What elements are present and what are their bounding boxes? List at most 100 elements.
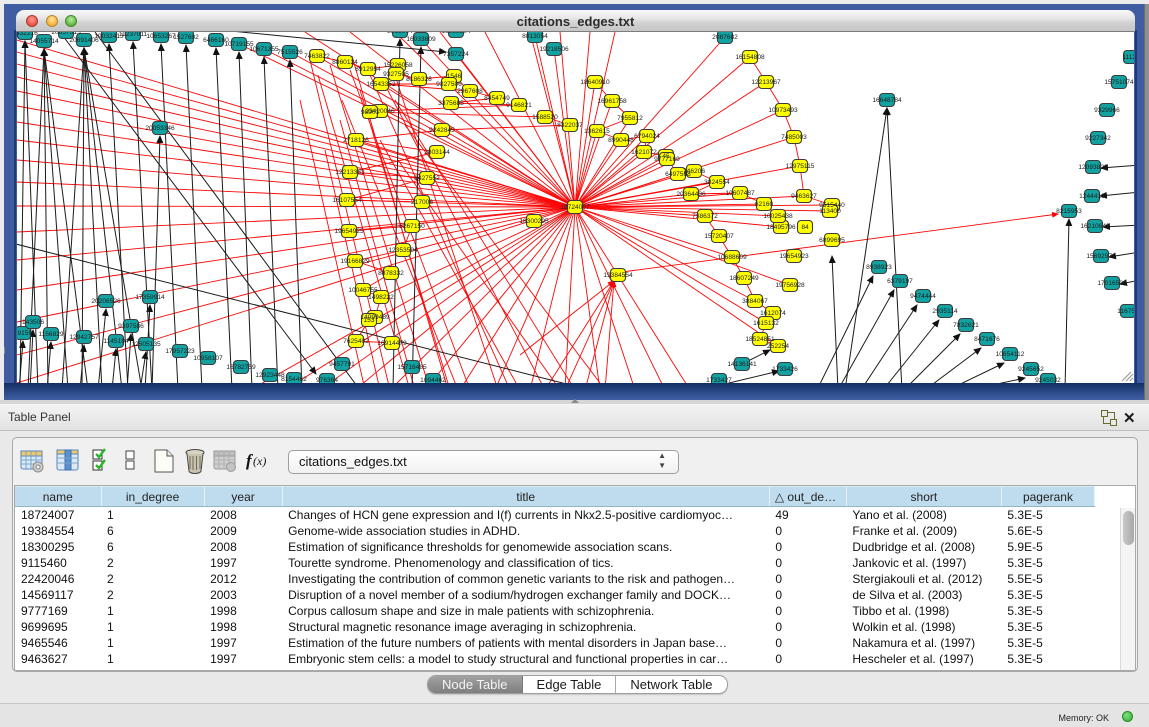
svg-text:8427552: 8427552 — [414, 175, 440, 182]
svg-text:12213363: 12213363 — [335, 169, 365, 176]
svg-text:7625402: 7625402 — [343, 338, 369, 345]
svg-text:10973493: 10973493 — [768, 107, 798, 114]
svg-text:9242845: 9242845 — [429, 127, 455, 134]
svg-text:1156829: 1156829 — [38, 331, 64, 338]
svg-text:8813804: 8813804 — [387, 32, 413, 35]
svg-text:116753: 116753 — [1117, 308, 1134, 315]
svg-text:8990448: 8990448 — [608, 137, 634, 144]
svg-text:1145194: 1145194 — [103, 338, 129, 345]
svg-text:14136141: 14136141 — [727, 361, 757, 368]
svg-text:1733426: 1733426 — [772, 366, 798, 373]
svg-text:9457791: 9457791 — [329, 361, 355, 368]
svg-text:16914479: 16914479 — [377, 340, 407, 347]
svg-text:9245652: 9245652 — [1018, 366, 1044, 373]
svg-text:2718126: 2718126 — [343, 137, 369, 144]
svg-text:20206526: 20206526 — [91, 298, 121, 305]
svg-text:15692971: 15692971 — [1086, 253, 1116, 260]
svg-text:15226058: 15226058 — [383, 62, 413, 69]
svg-text:1244419: 1244419 — [1079, 193, 1105, 200]
svg-text:18724007: 18724007 — [560, 204, 590, 211]
svg-text:16107554: 16107554 — [332, 197, 362, 204]
svg-text:6899695: 6899695 — [819, 237, 845, 244]
svg-text:16648784: 16648784 — [872, 97, 902, 104]
svg-text:1588520: 1588520 — [532, 114, 558, 121]
svg-text:8267150: 8267150 — [399, 223, 425, 230]
svg-text:113400: 113400 — [819, 208, 841, 215]
svg-text:2803144: 2803144 — [424, 149, 450, 156]
svg-text:8322037: 8322037 — [557, 122, 583, 129]
svg-text:9227342: 9227342 — [1085, 135, 1111, 142]
svg-text:15751074: 15751074 — [1104, 79, 1134, 86]
svg-text:9463627: 9463627 — [791, 193, 817, 200]
svg-text:16961758: 16961758 — [597, 98, 627, 105]
svg-text:19654923: 19654923 — [779, 253, 809, 260]
svg-text:746206: 746206 — [683, 168, 705, 175]
svg-text:1615132: 1615132 — [753, 320, 779, 327]
svg-text:19384554: 19384554 — [603, 272, 633, 279]
svg-text:10958107: 10958107 — [193, 355, 223, 362]
svg-text:18524851: 18524851 — [745, 336, 775, 343]
svg-text:15720407: 15720407 — [704, 233, 734, 240]
svg-text:8471676: 8471676 — [974, 336, 1000, 343]
svg-text:1621072: 1621072 — [631, 149, 657, 156]
svg-text:12975115: 12975115 — [786, 163, 815, 170]
svg-text:7955812: 7955812 — [617, 115, 643, 122]
svg-text:2935114: 2935114 — [932, 308, 958, 315]
svg-text:6379197: 6379197 — [887, 278, 913, 285]
svg-text:10688609: 10688609 — [717, 254, 747, 261]
svg-text:6794024: 6794024 — [634, 133, 660, 140]
svg-text:8215953: 8215953 — [1056, 208, 1082, 215]
svg-text:16543352: 16543352 — [366, 81, 396, 88]
svg-text:17016504: 17016504 — [1097, 280, 1127, 287]
svg-text:12942757: 12942757 — [69, 334, 99, 341]
svg-text:9432216: 9432216 — [17, 32, 38, 37]
svg-text:11124: 11124 — [1122, 54, 1134, 61]
svg-text:8878332: 8878332 — [378, 270, 404, 277]
svg-text:84: 84 — [801, 224, 809, 231]
svg-text:1546: 1546 — [447, 73, 462, 80]
svg-text:18300295: 18300295 — [519, 218, 549, 225]
svg-text:12353594: 12353594 — [388, 247, 418, 254]
svg-text:9474444: 9474444 — [910, 293, 936, 300]
svg-text:10671355: 10671355 — [249, 46, 279, 53]
svg-text:143506: 143506 — [22, 319, 44, 326]
svg-text:9329966: 9329966 — [1094, 107, 1120, 114]
svg-text:12505135: 12505135 — [131, 341, 161, 348]
svg-text:8186328: 8186328 — [406, 76, 432, 83]
svg-text:14055714: 14055714 — [29, 38, 59, 45]
svg-text:16782759: 16782759 — [226, 364, 256, 371]
svg-text:12213967: 12213967 — [751, 79, 781, 86]
svg-text:8912954: 8912954 — [355, 66, 381, 73]
svg-text:20053346: 20053346 — [145, 125, 175, 132]
svg-text:17957223: 17957223 — [165, 348, 195, 355]
svg-text:16210643: 16210643 — [1080, 223, 1110, 230]
svg-text:1527602: 1527602 — [173, 34, 199, 41]
svg-text:3884067: 3884067 — [742, 298, 768, 305]
svg-text:20657315: 20657315 — [51, 32, 81, 36]
svg-text:252254: 252254 — [767, 343, 789, 350]
svg-text:2967608: 2967608 — [457, 88, 483, 95]
svg-text:8454749: 8454749 — [484, 95, 510, 102]
svg-text:12093822: 12093822 — [1078, 164, 1108, 171]
svg-text:15716485: 15716485 — [397, 364, 427, 371]
svg-text:20364436: 20364436 — [676, 191, 706, 198]
svg-text:39159: 39159 — [17, 330, 32, 337]
svg-text:7463822: 7463822 — [304, 53, 330, 60]
svg-text:10025438: 10025438 — [763, 213, 793, 220]
svg-text:7485003: 7485003 — [781, 134, 807, 141]
svg-text:9777169: 9777169 — [654, 156, 680, 163]
svg-text:10046755: 10046755 — [348, 287, 378, 294]
svg-text:153: 153 — [363, 317, 374, 324]
svg-text:19756928: 19756928 — [775, 282, 805, 289]
svg-text:19166829: 19166829 — [340, 258, 370, 265]
svg-text:10653267: 10653267 — [146, 33, 176, 40]
svg-text:10654112: 10654112 — [996, 351, 1025, 358]
svg-text:1362615: 1362615 — [584, 128, 610, 135]
svg-text:98901: 98901 — [361, 109, 380, 116]
svg-text:18607249: 18607249 — [729, 275, 759, 282]
svg-text:3375685: 3375685 — [438, 100, 464, 107]
svg-text:19654925: 19654925 — [334, 228, 364, 235]
svg-text:8938923: 8938923 — [866, 264, 892, 271]
svg-text:1498222: 1498222 — [368, 294, 394, 301]
svg-text:18495796: 18495796 — [766, 224, 796, 231]
